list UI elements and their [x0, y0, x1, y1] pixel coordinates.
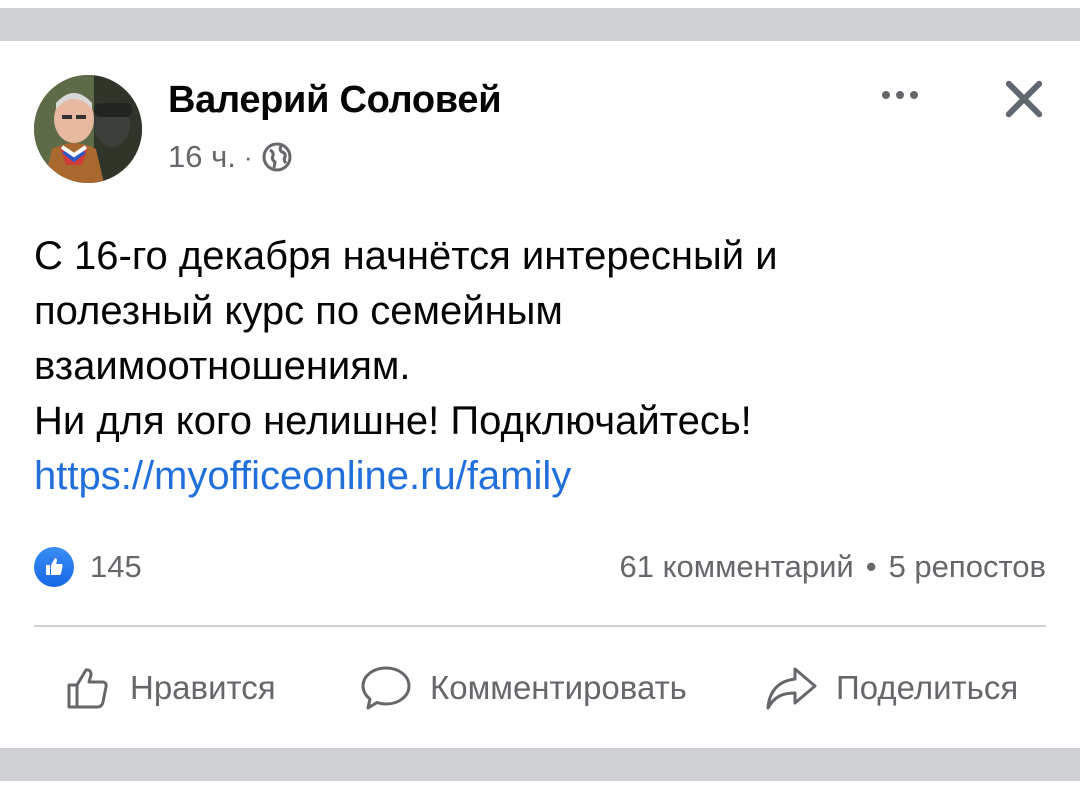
share-label: Поделиться	[836, 669, 1019, 706]
more-dot-icon	[910, 91, 918, 99]
close-icon	[1005, 80, 1043, 118]
more-dot-icon	[896, 91, 904, 99]
post-stats: 145 61 комментарий • 5 репостов	[34, 543, 1046, 587]
like-reaction-icon[interactable]	[34, 547, 74, 587]
avatar[interactable]	[34, 75, 142, 183]
comment-icon	[361, 666, 411, 710]
globe-icon[interactable]	[261, 141, 293, 173]
more-dot-icon	[882, 91, 890, 99]
post-link[interactable]: https://myofficeonline.ru/family	[34, 449, 571, 504]
share-button[interactable]: Поделиться	[764, 653, 1018, 723]
author-name[interactable]: Валерий Соловей	[168, 79, 502, 122]
post-text-line: Ни для кого нелишне! Подключайтесь!	[34, 399, 752, 443]
like-label: Нравится	[130, 669, 276, 706]
share-icon	[766, 667, 817, 710]
avatar-photo	[34, 75, 142, 183]
feed-separator-top	[0, 0, 1080, 41]
feed-separator-bottom	[0, 748, 1080, 789]
post-text-line: полезный курс по семейным	[34, 289, 563, 333]
share-count[interactable]: 5 репостов	[889, 549, 1046, 585]
close-button[interactable]	[998, 73, 1050, 125]
stats-separator: •	[865, 549, 877, 584]
post-text: С 16-го декабря начнётся интересный и по…	[34, 229, 1044, 504]
more-options-button[interactable]	[870, 75, 930, 115]
comment-count[interactable]: 61 комментарий	[620, 549, 854, 585]
thumbs-up-icon	[67, 668, 108, 709]
comment-button[interactable]: Комментировать	[360, 653, 687, 723]
comment-label: Комментировать	[430, 669, 687, 706]
engagement-summary: 61 комментарий • 5 репостов	[620, 549, 1046, 585]
action-bar: Нравится Комментировать Поделиться	[34, 653, 1046, 723]
like-count[interactable]: 145	[90, 549, 142, 585]
divider	[34, 625, 1046, 627]
post-time[interactable]: 16 ч.	[168, 139, 236, 175]
post-meta: 16 ч. ·	[168, 139, 293, 175]
like-button[interactable]: Нравится	[64, 653, 276, 723]
post-text-line: С 16-го декабря начнётся интересный и	[34, 234, 778, 278]
post-card: Валерий Соловей 16 ч. · С 16-го декабря …	[0, 41, 1080, 748]
post-text-line: взаимоотношениям.	[34, 344, 411, 388]
meta-separator: ·	[243, 141, 253, 172]
